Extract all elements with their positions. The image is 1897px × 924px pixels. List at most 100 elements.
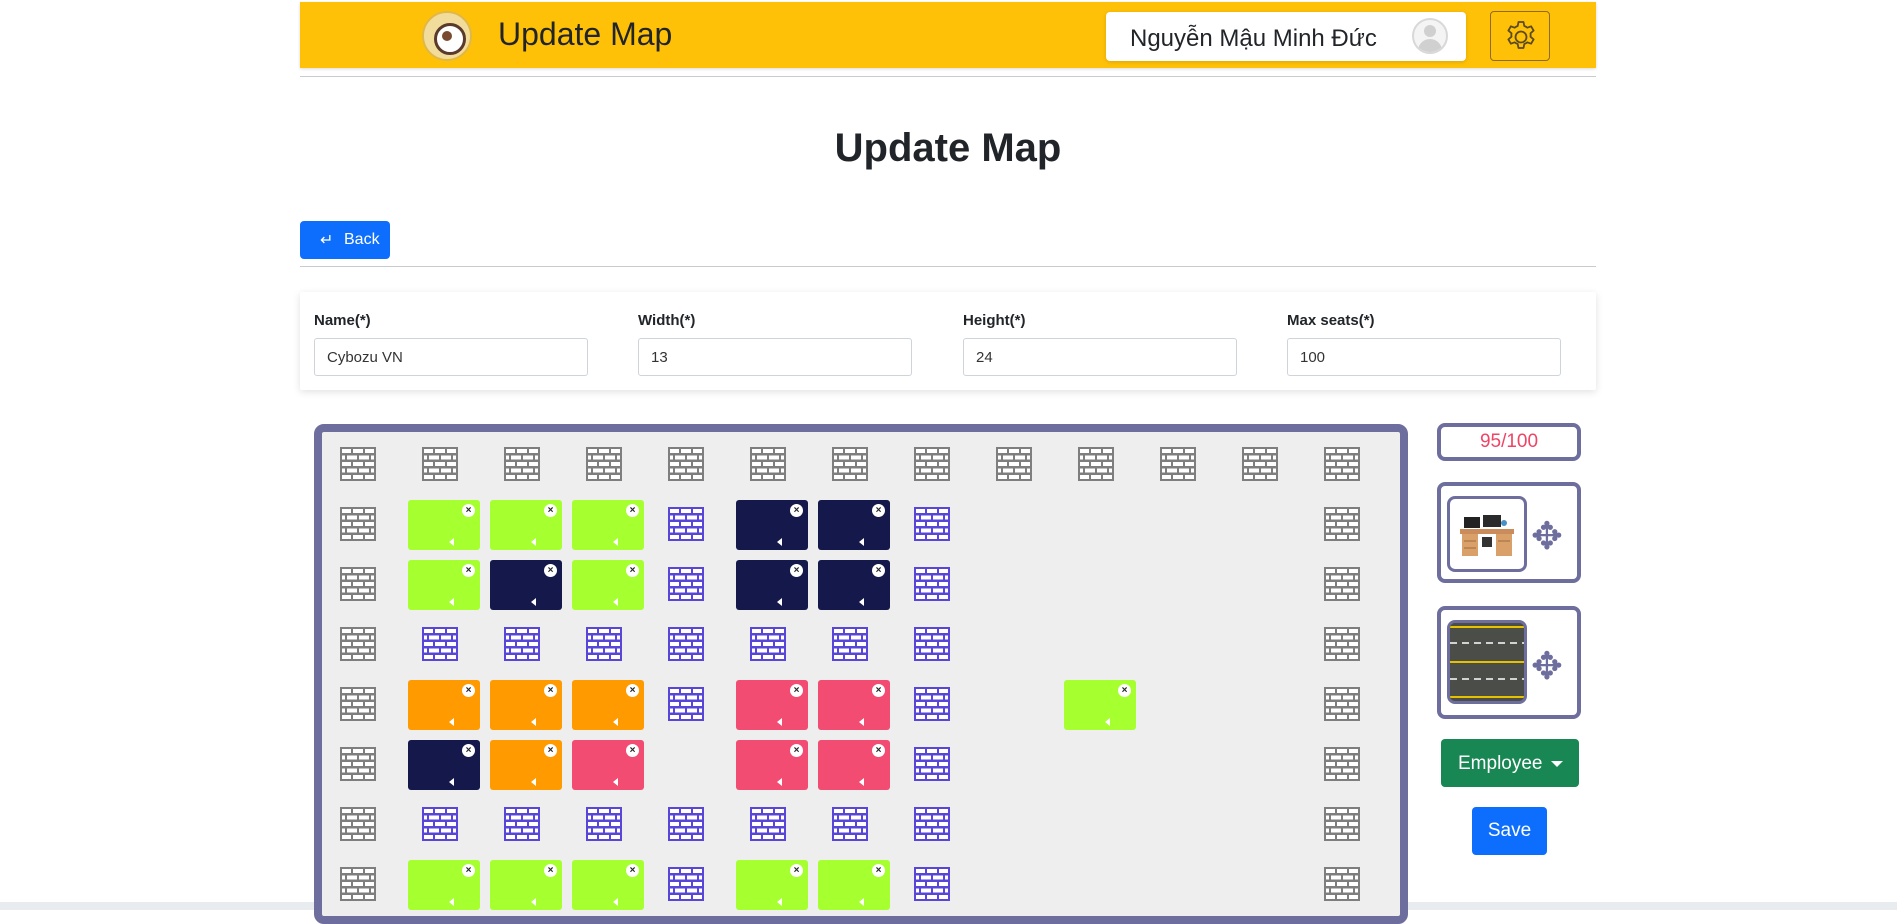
- seat-orange[interactable]: ×: [572, 680, 644, 730]
- outer-wall-icon: [504, 447, 540, 481]
- move-handle-icon[interactable]: ✥: [1531, 514, 1563, 559]
- seat-navy[interactable]: ×: [818, 560, 890, 610]
- width-input[interactable]: [638, 338, 912, 376]
- outer-wall-icon: [1324, 867, 1360, 901]
- remove-seat-icon[interactable]: ×: [462, 504, 475, 517]
- caret-down-icon: [1551, 761, 1563, 767]
- remove-seat-icon[interactable]: ×: [462, 564, 475, 577]
- remove-seat-icon[interactable]: ×: [462, 864, 475, 877]
- outer-wall-icon: [340, 627, 376, 661]
- height-field: Height(*): [963, 312, 1237, 376]
- remove-seat-icon[interactable]: ×: [790, 744, 803, 757]
- remove-seat-icon[interactable]: ×: [872, 504, 885, 517]
- seat-navy[interactable]: ×: [408, 740, 480, 790]
- max-seats-input[interactable]: [1287, 338, 1561, 376]
- user-menu[interactable]: Nguyễn Mậu Minh Đức: [1106, 12, 1466, 61]
- seat-green[interactable]: ×: [572, 500, 644, 550]
- name-input[interactable]: [314, 338, 588, 376]
- seat-navy[interactable]: ×: [818, 500, 890, 550]
- seat-green[interactable]: ×: [490, 860, 562, 910]
- move-handle-icon[interactable]: ✥: [1531, 644, 1563, 689]
- height-input[interactable]: [963, 338, 1237, 376]
- seat-direction-icon: [777, 898, 782, 906]
- outer-wall-icon: [340, 867, 376, 901]
- remove-seat-icon[interactable]: ×: [544, 684, 557, 697]
- remove-seat-icon[interactable]: ×: [1118, 684, 1131, 697]
- remove-seat-icon[interactable]: ×: [872, 864, 885, 877]
- seat-green[interactable]: ×: [408, 860, 480, 910]
- remove-seat-icon[interactable]: ×: [544, 504, 557, 517]
- seat-direction-icon: [531, 718, 536, 726]
- outer-wall-icon: [1324, 507, 1360, 541]
- remove-seat-icon[interactable]: ×: [462, 744, 475, 757]
- remove-seat-icon[interactable]: ×: [626, 744, 639, 757]
- outer-wall-icon: [422, 447, 458, 481]
- outer-wall-icon: [1078, 447, 1114, 481]
- max-seats-label: Max seats(*): [1287, 312, 1561, 332]
- remove-seat-icon[interactable]: ×: [544, 864, 557, 877]
- seat-pink[interactable]: ×: [736, 680, 808, 730]
- outer-wall-icon: [340, 507, 376, 541]
- seat-green[interactable]: ×: [408, 500, 480, 550]
- seat-direction-icon: [531, 598, 536, 606]
- app-logo-icon[interactable]: [422, 11, 472, 61]
- seat-navy[interactable]: ×: [736, 560, 808, 610]
- desk-icon: [1447, 496, 1527, 572]
- outer-wall-icon: [1324, 447, 1360, 481]
- remove-seat-icon[interactable]: ×: [626, 864, 639, 877]
- remove-seat-icon[interactable]: ×: [790, 564, 803, 577]
- remove-seat-icon[interactable]: ×: [872, 564, 885, 577]
- outer-wall-icon: [832, 447, 868, 481]
- inner-wall-icon: [504, 807, 540, 841]
- seat-pink[interactable]: ×: [736, 740, 808, 790]
- palette-road-item[interactable]: ✥: [1437, 606, 1581, 719]
- seat-green[interactable]: ×: [736, 860, 808, 910]
- palette-desk-item[interactable]: ✥: [1437, 482, 1581, 583]
- inner-wall-icon: [504, 627, 540, 661]
- inner-wall-icon: [422, 627, 458, 661]
- remove-seat-icon[interactable]: ×: [872, 684, 885, 697]
- remove-seat-icon[interactable]: ×: [790, 504, 803, 517]
- seat-green[interactable]: ×: [408, 560, 480, 610]
- outer-wall-icon: [750, 447, 786, 481]
- employee-dropdown[interactable]: Employee: [1441, 739, 1579, 787]
- inner-wall-icon: [668, 567, 704, 601]
- seat-orange[interactable]: ×: [408, 680, 480, 730]
- inner-wall-icon: [586, 807, 622, 841]
- seat-green[interactable]: ×: [490, 500, 562, 550]
- back-button[interactable]: ↵ Back: [300, 221, 390, 259]
- save-button[interactable]: Save: [1472, 807, 1547, 855]
- remove-seat-icon[interactable]: ×: [790, 684, 803, 697]
- remove-seat-icon[interactable]: ×: [626, 684, 639, 697]
- inner-wall-icon: [832, 807, 868, 841]
- remove-seat-icon[interactable]: ×: [790, 864, 803, 877]
- seat-navy[interactable]: ×: [736, 500, 808, 550]
- remove-seat-icon[interactable]: ×: [872, 744, 885, 757]
- seat-green[interactable]: ×: [572, 860, 644, 910]
- seat-map-grid[interactable]: × × × × × × × × × × × × × × × × × × × × × × × × × ×: [314, 424, 1408, 924]
- seat-navy[interactable]: ×: [490, 560, 562, 610]
- seat-green[interactable]: ×: [818, 860, 890, 910]
- seat-direction-icon: [449, 718, 454, 726]
- seat-direction-icon: [449, 898, 454, 906]
- remove-seat-icon[interactable]: ×: [544, 564, 557, 577]
- remove-seat-icon[interactable]: ×: [462, 684, 475, 697]
- seat-pink[interactable]: ×: [818, 680, 890, 730]
- remove-seat-icon[interactable]: ×: [544, 744, 557, 757]
- outer-wall-icon: [914, 447, 950, 481]
- seat-pink[interactable]: ×: [572, 740, 644, 790]
- remove-seat-icon[interactable]: ×: [626, 564, 639, 577]
- settings-button[interactable]: [1490, 11, 1550, 61]
- inner-wall-icon: [422, 807, 458, 841]
- seat-direction-icon: [1105, 718, 1110, 726]
- name-label: Name(*): [314, 312, 588, 332]
- seat-orange[interactable]: ×: [490, 680, 562, 730]
- remove-seat-icon[interactable]: ×: [626, 504, 639, 517]
- seat-green[interactable]: ×: [1064, 680, 1136, 730]
- seat-direction-icon: [531, 778, 536, 786]
- seat-pink[interactable]: ×: [818, 740, 890, 790]
- seat-orange[interactable]: ×: [490, 740, 562, 790]
- seat-green[interactable]: ×: [572, 560, 644, 610]
- outer-wall-icon: [1324, 687, 1360, 721]
- width-label: Width(*): [638, 312, 912, 332]
